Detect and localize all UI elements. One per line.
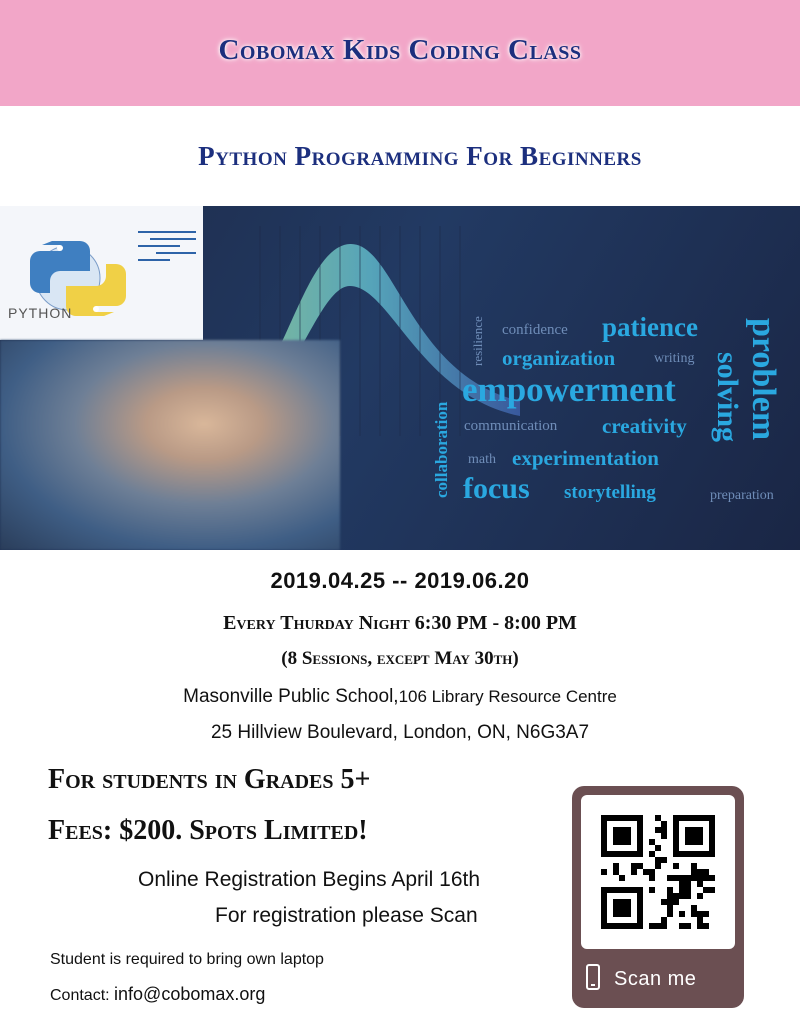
venue-address: 25 Hillview Boulevard, London, ON, N6G3A… xyxy=(210,722,590,743)
course-dates: 2019.04.25 -- 2019.06.20 xyxy=(270,568,530,593)
word-communication: communication xyxy=(464,418,558,434)
qr-code-icon xyxy=(601,815,715,929)
word-focus: focus xyxy=(463,472,530,505)
word-confidence: confidence xyxy=(502,322,568,338)
fee-info: Fees: $200. Spots Limited! xyxy=(48,815,368,846)
word-writing: writing xyxy=(654,351,695,366)
python-logo: PYTHON xyxy=(0,206,203,340)
student-photo xyxy=(0,340,340,550)
venue-room: 106 Library Resource Centre xyxy=(398,687,617,706)
word-storytelling: storytelling xyxy=(564,482,656,503)
word-empowerment: empowerment xyxy=(462,370,676,409)
grade-requirement: For students in Grades 5+ xyxy=(48,764,371,795)
word-preparation: preparation xyxy=(710,488,774,503)
word-experimentation: experimentation xyxy=(512,446,659,470)
session-count: (8 Sessions, except May 30th) xyxy=(281,648,519,669)
scan-instruction: For registration please Scan xyxy=(215,904,478,927)
word-collaboration: collaboration xyxy=(432,401,451,498)
qr-code-card[interactable]: Scan me xyxy=(572,786,744,1008)
venue-school: Masonville Public School, xyxy=(183,686,399,707)
word-creativity: creativity xyxy=(602,414,687,438)
scan-me-label: Scan me xyxy=(614,968,697,990)
contact-label: Contact: xyxy=(50,987,115,1004)
online-registration-date: Online Registration Begins April 16th xyxy=(138,868,481,891)
python-logo-text: PYTHON xyxy=(8,305,72,321)
laptop-note: Student is required to bring own laptop xyxy=(50,951,324,968)
phone-icon xyxy=(586,964,600,990)
venue: Masonville Public School,106 Library Res… xyxy=(0,686,800,708)
contact-email-link[interactable]: info@cobomax.org xyxy=(114,984,265,1004)
word-resilience: resilience xyxy=(470,316,485,366)
contact-info: Contact: info@cobomax.org xyxy=(50,984,265,1005)
word-organization: organization xyxy=(502,346,616,370)
class-time: Every Thurday Night 6:30 PM - 8:00 PM xyxy=(223,612,577,634)
course-subtitle: Python Programming For Beginners xyxy=(198,141,642,171)
qr-code[interactable] xyxy=(581,795,735,949)
class-title: Cobomax Kids Coding Class xyxy=(218,34,582,66)
word-patience: patience xyxy=(602,312,698,342)
word-solving: solving xyxy=(711,352,744,443)
hero-banner: PYTHON confidence patience resilience or… xyxy=(0,206,800,550)
word-math: math xyxy=(468,452,496,467)
header-banner: Cobomax Kids Coding Class xyxy=(0,0,800,106)
word-problem: problem xyxy=(745,318,782,441)
python-logo-icon: PYTHON xyxy=(8,231,196,321)
